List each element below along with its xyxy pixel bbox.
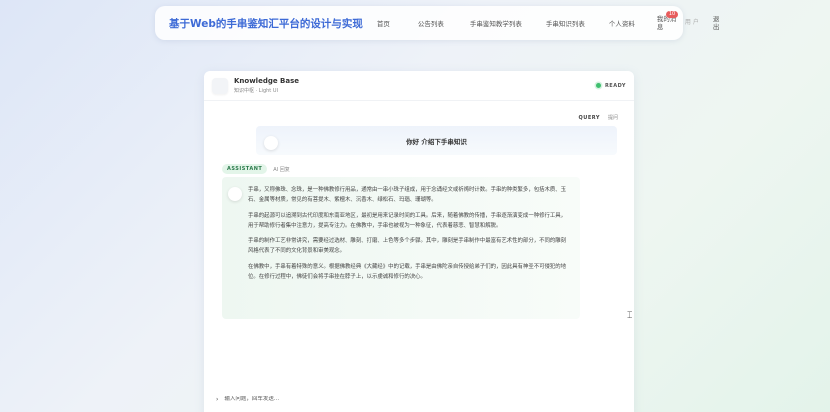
answer-bubble: 手串，又称佛珠、念珠，是一种佛教修行用品，通常由一串小珠子组成，用于念诵经文或祈…: [222, 177, 580, 319]
mouse-cursor-icon: ⌶: [627, 311, 633, 321]
status-dot-icon: [595, 83, 601, 88]
panel-title-group: Knowledge Base 知识中枢 · Light UI: [234, 77, 299, 94]
chat-panel: Knowledge Base 知识中枢 · Light UI READY QUE…: [204, 71, 634, 412]
query-bubble: 你好 介绍下手串知识: [256, 126, 617, 155]
nav-logout[interactable]: 退出: [713, 15, 725, 31]
kb-logo-icon: [212, 77, 228, 94]
query-header: QUERY 提问: [578, 114, 618, 122]
panel-title: Knowledge Base: [234, 77, 300, 85]
nav-links: 首页 公告列表 手串鉴知教学列表 手串知识列表 个人资料 我的消息 10 用户 …: [377, 11, 725, 31]
nav-home[interactable]: 首页: [377, 18, 390, 28]
chevron-right-icon: ›: [216, 395, 219, 403]
top-navigation: 基于Web的手串鉴知汇平台的设计与实现 首页 公告列表 手串鉴知教学列表 手串知…: [155, 6, 719, 40]
site-brand[interactable]: 基于Web的手串鉴知汇平台的设计与实现: [169, 16, 363, 31]
status-label: READY: [604, 82, 626, 89]
status-indicator: READY: [595, 82, 626, 89]
nav-user[interactable]: 用户: [685, 19, 703, 27]
query-text: 你好 介绍下手串知识: [406, 137, 467, 146]
nav-announcements[interactable]: 公告列表: [418, 18, 444, 28]
answer-paragraph: 手串的起源可以追溯到古代印度和东南亚地区，最初是用来记录时间的工具。后来，随着佛…: [248, 212, 567, 229]
user-avatar-icon: [264, 136, 278, 150]
query-tag: QUERY: [578, 114, 600, 121]
assistant-avatar-icon: [228, 187, 242, 201]
panel-subtitle: 知识中枢 · Light UI: [234, 88, 278, 94]
answer-paragraph: 手串，又称佛珠、念珠，是一种佛教修行用品，通常由一串小珠子组成，用于念诵经文或祈…: [248, 187, 567, 204]
nav-profile[interactable]: 个人资料: [609, 18, 635, 28]
chat-input-bar: ›: [204, 389, 634, 409]
assistant-header: ASSISTANT AI 回复: [222, 164, 290, 174]
answer-paragraph: 在佛教中，手串有着特殊的意义。根据佛教经典《大藏经》中的记载，手串是由佛陀亲自传…: [248, 263, 567, 281]
nav-knowledge-list[interactable]: 手串知识列表: [546, 18, 585, 28]
chat-input[interactable]: [224, 396, 525, 402]
assistant-tag: ASSISTANT: [222, 164, 268, 174]
assistant-sub: AI 回复: [273, 166, 290, 173]
panel-header: Knowledge Base 知识中枢 · Light UI READY: [204, 71, 634, 101]
messages-badge: 10: [665, 11, 679, 18]
query-sub: 提问: [607, 115, 618, 121]
answer-paragraph: 手串的制作工艺非常讲究，需要经过选材、雕刻、打磨、上色等多个步骤。其中，雕刻是手…: [248, 238, 567, 255]
nav-teaching-list[interactable]: 手串鉴知教学列表: [470, 18, 522, 28]
nav-messages[interactable]: 我的消息 10: [657, 11, 679, 31]
